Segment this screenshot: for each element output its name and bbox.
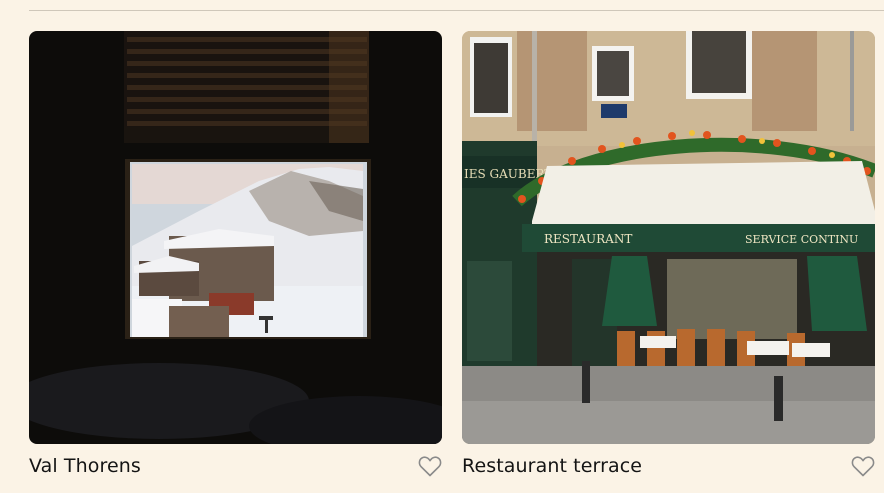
val-thorens-image <box>29 31 442 444</box>
restaurant-terrace-image: IES GAUBERT RESTAURANT SERVICE CONTINU <box>462 31 875 444</box>
card-title[interactable]: Restaurant terrace <box>462 455 642 477</box>
photo-card-val-thorens[interactable]: Val Thorens <box>29 31 442 477</box>
svg-text:RESTAURANT: RESTAURANT <box>544 232 632 246</box>
photo-restaurant-terrace[interactable]: IES GAUBERT RESTAURANT SERVICE CONTINU <box>462 31 875 444</box>
svg-text:SERVICE CONTINU: SERVICE CONTINU <box>745 233 858 246</box>
photo-card-restaurant-terrace[interactable]: IES GAUBERT RESTAURANT SERVICE CONTINU R… <box>462 31 884 477</box>
photo-val-thorens[interactable] <box>29 31 442 444</box>
heart-outline-icon[interactable] <box>851 455 875 477</box>
heart-outline-icon[interactable] <box>418 455 442 477</box>
card-caption: Val Thorens <box>29 455 442 477</box>
card-caption: Restaurant terrace <box>462 455 884 477</box>
card-title[interactable]: Val Thorens <box>29 455 141 477</box>
top-divider <box>29 10 884 11</box>
